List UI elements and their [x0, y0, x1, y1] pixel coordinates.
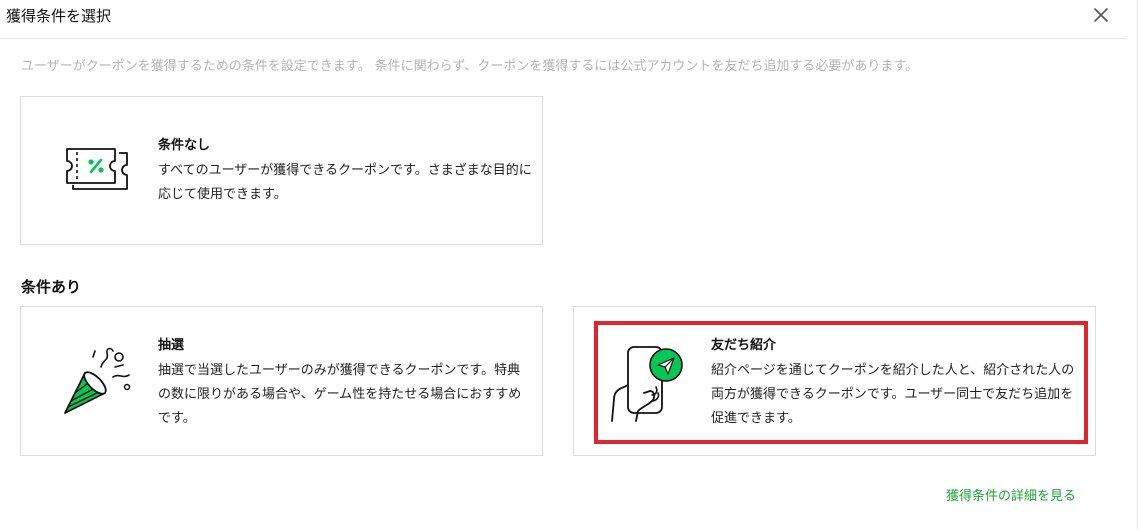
dialog-title: 獲得条件を選択: [6, 7, 112, 25]
close-icon: [1094, 8, 1108, 22]
option-description: 紹介ページを通じてクーポンを紹介した人と、紹介された人の両方が獲得できるクーポン…: [711, 363, 1075, 426]
party-popper-icon: [57, 343, 135, 419]
option-description: すべてのユーザーが獲得できるクーポンです。さまざまな目的に応じて使用できます。: [158, 163, 532, 202]
option-card-lottery[interactable]: 抽選 抽選で当選したユーザーのみが獲得できるクーポンです。特典の数に限りがある場…: [20, 306, 543, 456]
close-button[interactable]: [1090, 4, 1112, 26]
header-divider: [0, 38, 1127, 39]
dialog-description: ユーザーがクーポンを獲得するための条件を設定できます。 条件に関わらず、クーポン…: [21, 59, 919, 74]
details-link[interactable]: 獲得条件の詳細を見る: [946, 488, 1076, 506]
option-description: 抽選で当選したユーザーのみが獲得できるクーポンです。特典の数に限りがある場合や、…: [158, 363, 522, 426]
section-heading-with-condition: 条件あり: [21, 278, 82, 296]
phone-share-icon: [608, 343, 690, 423]
option-title: 友だち紹介: [711, 338, 777, 353]
coupon-condition-dialog: 獲得条件を選択 ユーザーがクーポンを獲得するための条件を設定できます。 条件に関…: [0, 0, 1138, 529]
option-title: 抽選: [158, 338, 185, 353]
coupon-ticket-icon: [61, 143, 131, 203]
option-card-no-condition[interactable]: 条件なし すべてのユーザーが獲得できるクーポンです。さまざまな目的に応じて使用で…: [20, 96, 543, 245]
option-title: 条件なし: [158, 138, 211, 153]
option-card-friend-referral[interactable]: 友だち紹介 紹介ページを通じてクーポンを紹介した人と、紹介された人の両方が獲得で…: [573, 306, 1096, 456]
